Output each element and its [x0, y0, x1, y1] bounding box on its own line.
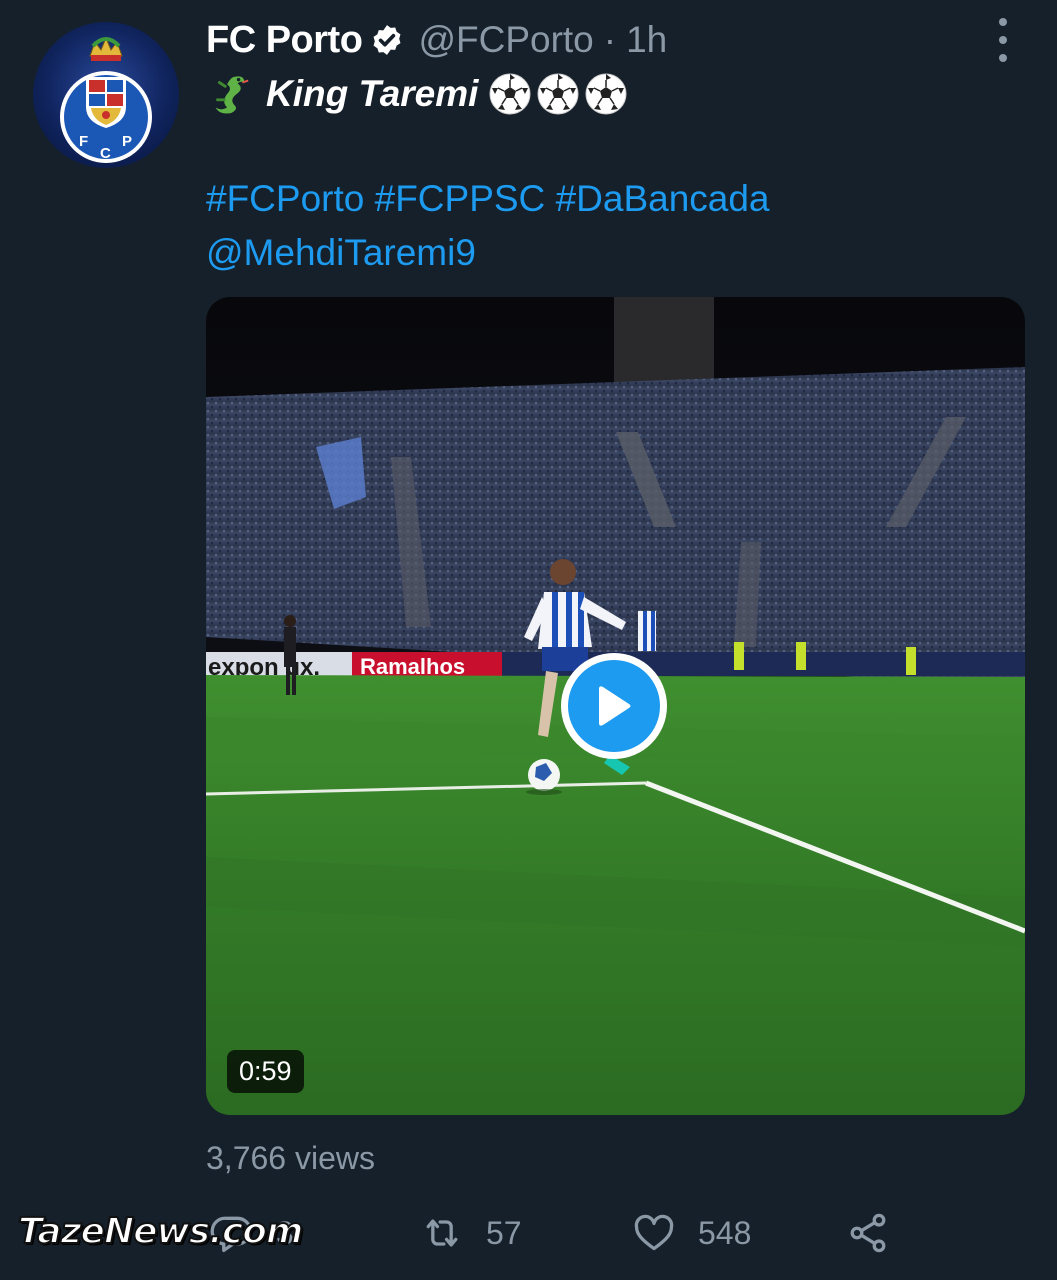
- tweet-card: F C P FC Porto @FCPorto · 1h King Taremi: [0, 0, 1057, 1280]
- tweet-title-text: King Taremi: [266, 73, 479, 114]
- heart-icon: [634, 1214, 674, 1251]
- svg-text:F: F: [79, 133, 88, 150]
- video-duration-badge: 0:59: [227, 1050, 304, 1093]
- soccer-balls: [488, 72, 632, 116]
- soccer-ball-icon: [585, 73, 627, 115]
- svg-text:C: C: [100, 145, 111, 162]
- play-button[interactable]: [561, 653, 667, 759]
- share-button[interactable]: [846, 1203, 890, 1263]
- like-button[interactable]: 548: [632, 1203, 751, 1263]
- user-handle[interactable]: @FCPorto: [418, 19, 593, 61]
- dragon-emoji-icon: [215, 76, 249, 114]
- retweet-icon: [426, 1219, 458, 1247]
- verified-badge-icon: [373, 25, 401, 55]
- more-dot: [999, 54, 1007, 62]
- play-icon: [599, 686, 631, 726]
- ad-board-right-text: Ramalhos: [360, 654, 465, 679]
- view-count: 3,766 views: [206, 1140, 375, 1176]
- video-player[interactable]: expon ux. Ramalhos 0:59: [206, 297, 1025, 1115]
- mention-link[interactable]: @MehdiTaremi9: [206, 232, 476, 274]
- display-name[interactable]: FC Porto: [206, 19, 363, 62]
- soccer-ball-icon: [537, 73, 579, 115]
- profile-avatar[interactable]: F C P: [33, 22, 179, 168]
- more-dot: [999, 36, 1007, 44]
- retweet-button[interactable]: 57: [420, 1203, 522, 1263]
- watermark-text: TazeNews.com: [17, 1210, 304, 1253]
- retweet-count: 57: [486, 1214, 522, 1251]
- tweet-header: FC Porto @FCPorto · 1h: [206, 16, 667, 64]
- share-icon: [850, 1213, 886, 1253]
- more-dot: [999, 18, 1007, 26]
- svg-text:P: P: [122, 133, 132, 150]
- tweet-title-line: King Taremi: [206, 68, 632, 120]
- more-options-icon[interactable]: [988, 18, 1018, 62]
- hashtag-line: #FCPorto #FCPPSC #DaBancada: [206, 178, 770, 220]
- hashtag-link[interactable]: #FCPPSC: [375, 178, 546, 219]
- soccer-ball-icon: [489, 73, 531, 115]
- tweet-timestamp[interactable]: 1h: [626, 19, 667, 61]
- hashtag-link[interactable]: #FCPorto: [206, 178, 364, 219]
- play-button-inner: [568, 660, 660, 752]
- hashtag-link[interactable]: #DaBancada: [556, 178, 770, 219]
- fc-porto-crest-logo: F C P: [60, 36, 152, 163]
- header-separator: ·: [603, 19, 617, 60]
- like-count: 548: [698, 1214, 752, 1251]
